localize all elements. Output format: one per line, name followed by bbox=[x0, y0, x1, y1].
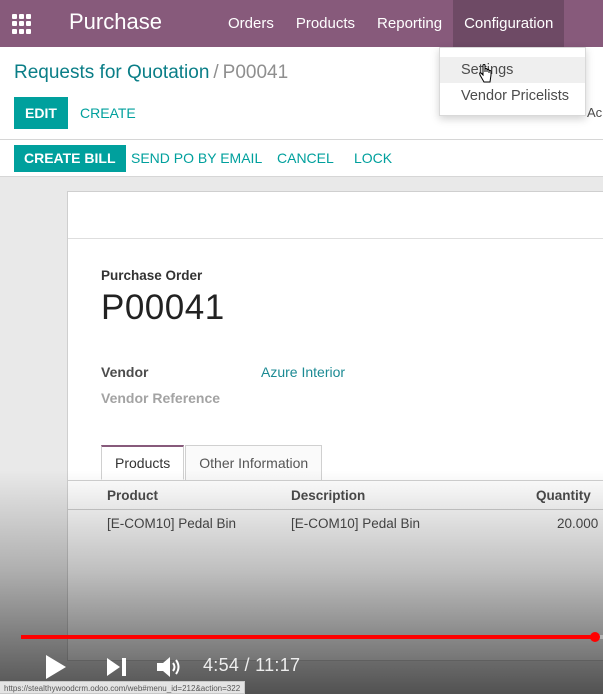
dropdown-item-settings[interactable]: Settings bbox=[440, 57, 585, 83]
form-tabs: Products Other Information bbox=[101, 445, 323, 480]
configuration-dropdown: Settings Vendor Pricelists bbox=[439, 47, 586, 116]
hand-cursor-icon bbox=[479, 64, 492, 83]
purchase-order-number: P00041 bbox=[101, 288, 225, 327]
breadcrumb-current: P00041 bbox=[222, 62, 289, 83]
video-progress-played bbox=[21, 635, 596, 639]
breadcrumb: Requests for Quotation / P00041 bbox=[14, 62, 288, 84]
vendor-link[interactable]: Azure Interior bbox=[261, 364, 345, 380]
cancel-button[interactable]: CANCEL bbox=[277, 145, 334, 172]
video-time-display: 4:54 / 11:17 bbox=[203, 655, 301, 675]
cell-product: [E-COM10] Pedal Bin bbox=[107, 516, 237, 531]
menu-reporting[interactable]: Reporting bbox=[366, 0, 453, 47]
play-icon[interactable] bbox=[44, 654, 68, 680]
form-sheet: Purchase Order P00041 Vendor Azure Inter… bbox=[67, 191, 603, 661]
menu-configuration[interactable]: Configuration bbox=[453, 0, 565, 47]
lock-button[interactable]: LOCK bbox=[354, 145, 392, 172]
tab-other-information[interactable]: Other Information bbox=[185, 445, 323, 480]
column-header-product[interactable]: Product bbox=[107, 488, 158, 503]
dropdown-item-vendor-pricelists[interactable]: Vendor Pricelists bbox=[440, 83, 585, 109]
column-header-quantity[interactable]: Quantity bbox=[536, 488, 591, 503]
breadcrumb-parent-link[interactable]: Requests for Quotation bbox=[14, 62, 209, 83]
menu-products[interactable]: Products bbox=[285, 0, 366, 47]
action-menu-button[interactable]: Ac bbox=[587, 105, 602, 120]
table-row[interactable]: [E-COM10] Pedal Bin [E-COM10] Pedal Bin … bbox=[68, 510, 603, 538]
apps-menu-icon[interactable] bbox=[12, 14, 32, 34]
order-lines-header: Product Description Quantity bbox=[68, 480, 603, 510]
volume-icon[interactable] bbox=[156, 655, 184, 679]
edit-button[interactable]: EDIT bbox=[14, 97, 68, 129]
vendor-reference-label: Vendor Reference bbox=[101, 390, 221, 406]
column-header-description[interactable]: Description bbox=[291, 488, 365, 503]
sheet-header bbox=[68, 192, 603, 239]
main-menu: Orders Products Reporting Configuration bbox=[217, 0, 565, 47]
vendor-label: Vendor bbox=[101, 364, 149, 380]
top-navbar: Purchase Orders Products Reporting Confi… bbox=[0, 0, 603, 47]
cell-description: [E-COM10] Pedal Bin bbox=[291, 516, 421, 531]
create-button[interactable]: CREATE bbox=[80, 97, 136, 129]
purchase-order-label: Purchase Order bbox=[101, 268, 203, 283]
menu-orders[interactable]: Orders bbox=[217, 0, 285, 47]
form-statusbar: CREATE BILL SEND PO BY EMAIL CANCEL LOCK bbox=[0, 140, 603, 177]
send-po-by-email-button[interactable]: SEND PO BY EMAIL bbox=[131, 145, 262, 172]
status-url-bar: https://stealthywoodcrm.odoo.com/web#men… bbox=[0, 681, 246, 694]
create-bill-button[interactable]: CREATE BILL bbox=[14, 145, 126, 172]
app-brand[interactable]: Purchase bbox=[69, 9, 162, 35]
next-icon[interactable] bbox=[106, 657, 128, 677]
tab-products[interactable]: Products bbox=[101, 445, 185, 480]
cell-quantity: 20.000 bbox=[557, 516, 599, 531]
breadcrumb-separator: / bbox=[213, 62, 219, 83]
video-progress-bar[interactable] bbox=[21, 632, 603, 642]
